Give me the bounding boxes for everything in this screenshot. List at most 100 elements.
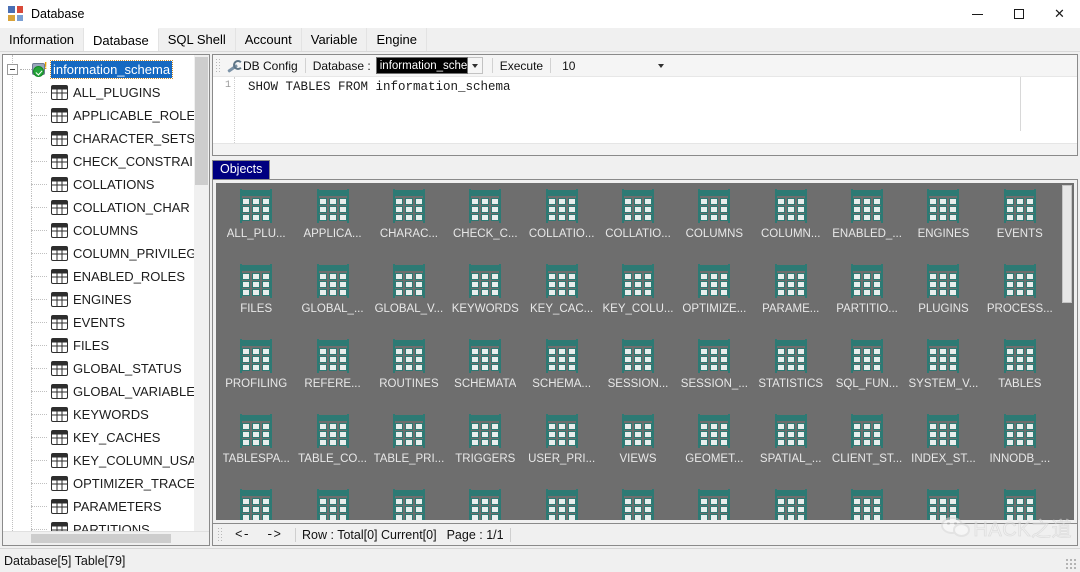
object-item[interactable]: [982, 489, 1058, 520]
object-item[interactable]: GLOBAL_...: [294, 264, 370, 339]
object-item[interactable]: PARTITIO...: [829, 264, 905, 339]
object-item[interactable]: [676, 489, 752, 520]
object-item[interactable]: [218, 489, 294, 520]
tree-node-table[interactable]: ENABLED_ROLES: [3, 265, 209, 288]
object-item[interactable]: SYSTEM_V...: [905, 339, 981, 414]
sql-code-editor[interactable]: 1 SHOW TABLES FROM information_schema: [213, 77, 1077, 143]
objnav-grip[interactable]: [217, 526, 224, 543]
object-item[interactable]: TABLES: [982, 339, 1058, 414]
execute-button[interactable]: Execute: [500, 59, 543, 73]
tree-node-table[interactable]: KEY_CACHES: [3, 426, 209, 449]
toolbar-grip[interactable]: [215, 57, 222, 74]
object-item[interactable]: INNODB_...: [982, 414, 1058, 489]
tree-node-table[interactable]: GLOBAL_STATUS: [3, 357, 209, 380]
object-item[interactable]: [753, 489, 829, 520]
tree-node-table[interactable]: ENGINES: [3, 288, 209, 311]
object-item[interactable]: SESSION...: [600, 339, 676, 414]
object-item[interactable]: [600, 489, 676, 520]
tree-node-table[interactable]: KEY_COLUMN_USA: [3, 449, 209, 472]
tree-node-table[interactable]: CHECK_CONSTRAI: [3, 150, 209, 173]
tab-objects[interactable]: Objects: [212, 160, 271, 179]
object-item[interactable]: VIEWS: [600, 414, 676, 489]
tab-account[interactable]: Account: [235, 28, 302, 51]
object-item[interactable]: [523, 489, 599, 520]
sql-horizontal-scrollbar[interactable]: [213, 143, 1077, 155]
object-item[interactable]: COLUMN...: [753, 189, 829, 264]
object-item[interactable]: FILES: [218, 264, 294, 339]
tree-node-table[interactable]: ALL_PLUGINS: [3, 81, 209, 104]
tree-hscroll-thumb[interactable]: [31, 534, 171, 543]
tree-node-table[interactable]: COLLATION_CHAR: [3, 196, 209, 219]
object-item[interactable]: REFERE...: [294, 339, 370, 414]
chevron-down-icon[interactable]: [467, 57, 483, 74]
object-item[interactable]: INDEX_ST...: [905, 414, 981, 489]
tree-vertical-scrollbar[interactable]: [194, 55, 209, 531]
tree-node-table[interactable]: KEYWORDS: [3, 403, 209, 426]
tree-node-table[interactable]: COLUMN_PRIVILEG: [3, 242, 209, 265]
limit-select[interactable]: 10: [558, 57, 669, 74]
object-item[interactable]: TABLE_CO...: [294, 414, 370, 489]
object-item[interactable]: ENGINES: [905, 189, 981, 264]
object-item[interactable]: KEY_CAC...: [523, 264, 599, 339]
tree-node-table[interactable]: CHARACTER_SETS: [3, 127, 209, 150]
object-item[interactable]: KEY_COLU...: [600, 264, 676, 339]
tree-horizontal-scrollbar[interactable]: [3, 531, 209, 545]
tree-node-table[interactable]: COLLATIONS: [3, 173, 209, 196]
object-item[interactable]: KEYWORDS: [447, 264, 523, 339]
object-item[interactable]: PLUGINS: [905, 264, 981, 339]
object-item[interactable]: GLOBAL_V...: [371, 264, 447, 339]
tree-node-table[interactable]: FILES: [3, 334, 209, 357]
object-item[interactable]: ALL_PLU...: [218, 189, 294, 264]
object-item[interactable]: CLIENT_ST...: [829, 414, 905, 489]
tab-database[interactable]: Database: [84, 28, 159, 51]
object-item[interactable]: EVENTS: [982, 189, 1058, 264]
object-item[interactable]: [447, 489, 523, 520]
next-page-button[interactable]: ->: [258, 528, 289, 542]
tab-variable[interactable]: Variable: [301, 28, 368, 51]
tab-information[interactable]: Information: [0, 28, 85, 51]
collapse-icon[interactable]: [7, 64, 18, 75]
objects-vertical-scrollbar[interactable]: [1060, 183, 1074, 520]
object-item[interactable]: USER_PRI...: [523, 414, 599, 489]
object-item[interactable]: TRIGGERS: [447, 414, 523, 489]
tree-node-table[interactable]: APPLICABLE_ROLE: [3, 104, 209, 127]
sql-code-text[interactable]: SHOW TABLES FROM information_schema: [235, 77, 1077, 143]
tree-node-table[interactable]: PARTITIONS: [3, 518, 209, 531]
object-item[interactable]: CHARAC...: [371, 189, 447, 264]
tree-node-information-schema[interactable]: ! information_schema: [3, 58, 209, 81]
object-item[interactable]: CHECK_C...: [447, 189, 523, 264]
object-item[interactable]: ROUTINES: [371, 339, 447, 414]
object-item[interactable]: TABLESPA...: [218, 414, 294, 489]
db-config-button[interactable]: DB Config: [243, 59, 298, 73]
object-item[interactable]: COLUMNS: [676, 189, 752, 264]
object-item[interactable]: GEOMET...: [676, 414, 752, 489]
object-item[interactable]: SESSION_...: [676, 339, 752, 414]
maximize-button[interactable]: [998, 0, 1039, 28]
object-item[interactable]: SPATIAL_...: [753, 414, 829, 489]
objects-vscroll-thumb[interactable]: [1062, 185, 1072, 303]
tree-vscroll-thumb[interactable]: [195, 57, 208, 185]
object-item[interactable]: PROFILING: [218, 339, 294, 414]
close-button[interactable]: ✕: [1039, 0, 1080, 28]
object-item[interactable]: ENABLED_...: [829, 189, 905, 264]
resize-grip[interactable]: [1065, 558, 1077, 570]
tab-engine[interactable]: Engine: [367, 28, 427, 51]
tree-node-table[interactable]: PARAMETERS: [3, 495, 209, 518]
object-item[interactable]: STATISTICS: [753, 339, 829, 414]
tree-node-table[interactable]: OPTIMIZER_TRACE: [3, 472, 209, 495]
minimize-button[interactable]: [957, 0, 998, 28]
object-item[interactable]: OPTIMIZE...: [676, 264, 752, 339]
object-item[interactable]: [829, 489, 905, 520]
object-item[interactable]: PROCESS...: [982, 264, 1058, 339]
tree-node-table[interactable]: GLOBAL_VARIABLE: [3, 380, 209, 403]
object-item[interactable]: SQL_FUN...: [829, 339, 905, 414]
prev-page-button[interactable]: <-: [227, 528, 258, 542]
object-item[interactable]: TABLE_PRI...: [371, 414, 447, 489]
object-item[interactable]: SCHEMA...: [523, 339, 599, 414]
chevron-down-icon-2[interactable]: [653, 57, 669, 74]
tree-node-table[interactable]: COLUMNS: [3, 219, 209, 242]
object-item[interactable]: [905, 489, 981, 520]
tree-node-table[interactable]: EVENTS: [3, 311, 209, 334]
object-item[interactable]: COLLATIO...: [600, 189, 676, 264]
object-item[interactable]: [294, 489, 370, 520]
